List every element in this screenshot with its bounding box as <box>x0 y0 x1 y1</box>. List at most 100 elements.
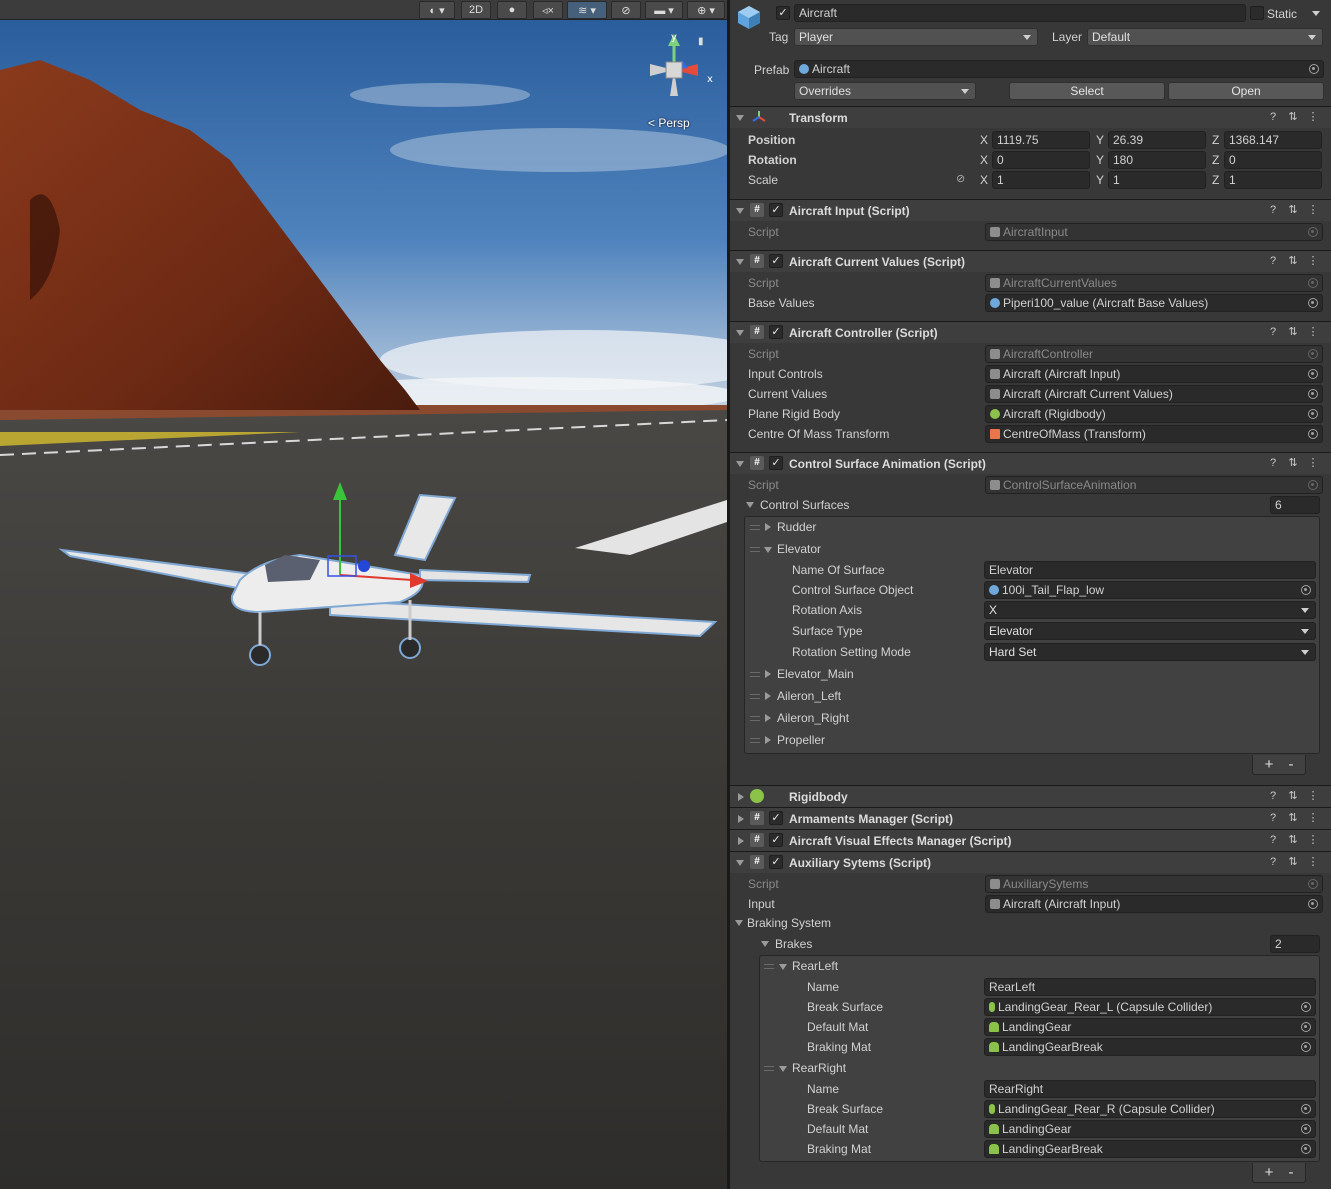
drag-handle-icon[interactable] <box>750 547 760 552</box>
current-values-header[interactable]: # ✓ Aircraft Current Values (Script) ? ⇅… <box>730 250 1331 272</box>
rotation-x-field[interactable]: 0 <box>992 151 1090 169</box>
help-icon[interactable]: ? <box>1267 204 1279 216</box>
foldout-arrow-icon[interactable] <box>738 815 744 823</box>
add-element-button[interactable]: + <box>1259 755 1279 775</box>
layer-dropdown[interactable]: Default <box>1087 28 1323 46</box>
static-checkbox[interactable] <box>1250 6 1264 20</box>
scale-y-field[interactable]: 1 <box>1108 171 1206 189</box>
control-surface-object-field[interactable]: 100i_Tail_Flap_low <box>984 581 1316 599</box>
foldout-arrow-icon[interactable] <box>765 670 771 678</box>
rotation-z-field[interactable]: 0 <box>1224 151 1322 169</box>
object-picker-icon[interactable] <box>1301 585 1311 595</box>
rear-right-surface-field[interactable]: LandingGear_Rear_R (Capsule Collider) <box>984 1100 1316 1118</box>
drag-handle-icon[interactable] <box>764 964 774 969</box>
persp-label[interactable]: < Persp <box>648 116 690 130</box>
object-picker-icon[interactable] <box>1301 1002 1311 1012</box>
rotation-axis-dropdown[interactable]: X <box>984 601 1316 619</box>
help-icon[interactable]: ? <box>1267 834 1279 846</box>
help-icon[interactable]: ? <box>1267 326 1279 338</box>
current-values-field[interactable]: Aircraft (Aircraft Current Values) <box>985 385 1323 403</box>
drag-handle-icon[interactable] <box>764 1066 774 1071</box>
effects-dropdown[interactable]: ≋ ▾ <box>567 1 607 19</box>
foldout-arrow-icon[interactable] <box>779 1066 787 1072</box>
drag-handle-icon[interactable] <box>750 694 760 699</box>
kebab-menu-icon[interactable]: ⋮ <box>1307 834 1319 846</box>
object-picker-icon[interactable] <box>1308 429 1318 439</box>
foldout-arrow-icon[interactable] <box>736 115 744 121</box>
foldout-arrow-icon[interactable] <box>765 523 771 531</box>
braking-system-label[interactable]: Braking System <box>747 915 831 931</box>
foldout-arrow-icon[interactable] <box>736 461 744 467</box>
help-icon[interactable]: ? <box>1267 457 1279 469</box>
object-picker-icon[interactable] <box>1301 1124 1311 1134</box>
scale-z-field[interactable]: 1 <box>1224 171 1322 189</box>
axis-x-label[interactable]: X <box>980 172 988 188</box>
drag-handle-icon[interactable] <box>750 525 760 530</box>
draw-mode-dropdown[interactable]: ◐ ▾ <box>419 1 455 19</box>
drag-handle-icon[interactable] <box>750 738 760 743</box>
remove-element-button[interactable]: - <box>1281 755 1301 775</box>
component-enabled-checkbox[interactable]: ✓ <box>769 254 783 268</box>
component-enabled-checkbox[interactable]: ✓ <box>769 456 783 470</box>
presets-icon[interactable]: ⇅ <box>1287 790 1299 802</box>
object-picker-icon[interactable] <box>1301 1104 1311 1114</box>
axis-z-label[interactable]: Z <box>1212 132 1219 148</box>
foldout-arrow-icon[interactable] <box>765 714 771 722</box>
rear-left-braking-mat-field[interactable]: LandingGearBreak <box>984 1038 1316 1056</box>
presets-icon[interactable]: ⇅ <box>1287 255 1299 267</box>
axis-x-label[interactable]: X <box>980 152 988 168</box>
foldout-arrow-icon[interactable] <box>765 736 771 744</box>
controller-header[interactable]: # ✓ Aircraft Controller (Script) ? ⇅ ⋮ <box>730 321 1331 343</box>
component-enabled-checkbox[interactable]: ✓ <box>769 811 783 825</box>
foldout-arrow-icon[interactable] <box>738 837 744 845</box>
foldout-arrow-icon[interactable] <box>765 692 771 700</box>
axis-y-label[interactable]: Y <box>1096 172 1104 188</box>
aircraft-input-header[interactable]: # ✓ Aircraft Input (Script) ? ⇅ ⋮ <box>730 199 1331 221</box>
brakes-label[interactable]: Brakes <box>775 936 812 952</box>
control-surfaces-label[interactable]: Control Surfaces <box>760 497 849 513</box>
centre-of-mass-field[interactable]: CentreOfMass (Transform) <box>985 425 1323 443</box>
foldout-arrow-icon[interactable] <box>736 259 744 265</box>
gizmos-dropdown[interactable]: ⊕ ▾ <box>687 1 725 19</box>
overrides-dropdown[interactable]: Overrides <box>794 82 976 100</box>
input-controls-field[interactable]: Aircraft (Aircraft Input) <box>985 365 1323 383</box>
open-button[interactable]: Open <box>1168 82 1324 100</box>
object-picker-icon[interactable] <box>1309 64 1319 74</box>
kebab-menu-icon[interactable]: ⋮ <box>1307 856 1319 868</box>
csa-header[interactable]: # ✓ Control Surface Animation (Script) ?… <box>730 452 1331 474</box>
tag-dropdown[interactable]: Player <box>794 28 1038 46</box>
rear-right-braking-mat-field[interactable]: LandingGearBreak <box>984 1140 1316 1158</box>
presets-icon[interactable]: ⇅ <box>1287 204 1299 216</box>
list-item-propeller[interactable]: Propeller <box>777 732 825 748</box>
foldout-arrow-icon[interactable] <box>738 793 744 801</box>
constrain-proportions-icon[interactable]: ⊘ <box>956 172 965 185</box>
foldout-arrow-icon[interactable] <box>736 860 744 866</box>
axis-z-label[interactable]: Z <box>1212 152 1219 168</box>
toggle-2d-button[interactable]: 2D <box>461 1 491 19</box>
scene-view[interactable]: ◐ ▾ 2D ● ◃× ≋ ▾ ⊘ ▬ ▾ ⊕ ▾ y x ▮ < Persp <box>0 0 727 1189</box>
object-picker-icon[interactable] <box>1308 409 1318 419</box>
kebab-menu-icon[interactable]: ⋮ <box>1307 457 1319 469</box>
kebab-menu-icon[interactable]: ⋮ <box>1307 204 1319 216</box>
drag-handle-icon[interactable] <box>750 672 760 677</box>
foldout-arrow-icon[interactable] <box>761 941 769 947</box>
lighting-toggle[interactable]: ● <box>497 1 527 19</box>
select-button[interactable]: Select <box>1009 82 1165 100</box>
kebab-menu-icon[interactable]: ⋮ <box>1307 790 1319 802</box>
rotation-y-field[interactable]: 180 <box>1108 151 1206 169</box>
object-picker-icon[interactable] <box>1308 389 1318 399</box>
position-x-field[interactable]: 1119.75 <box>992 131 1090 149</box>
object-picker-icon[interactable] <box>1301 1144 1311 1154</box>
component-enabled-checkbox[interactable]: ✓ <box>769 203 783 217</box>
axis-x-label[interactable]: X <box>980 132 988 148</box>
kebab-menu-icon[interactable]: ⋮ <box>1307 255 1319 267</box>
object-picker-icon[interactable] <box>1301 1042 1311 1052</box>
help-icon[interactable]: ? <box>1267 111 1279 123</box>
presets-icon[interactable]: ⇅ <box>1287 326 1299 338</box>
list-item-elevator[interactable]: Elevator <box>777 541 821 557</box>
component-enabled-checkbox[interactable]: ✓ <box>769 833 783 847</box>
help-icon[interactable]: ? <box>1267 812 1279 824</box>
object-picker-icon[interactable] <box>1308 298 1318 308</box>
foldout-arrow-icon[interactable] <box>764 547 772 553</box>
vfx-header[interactable]: # ✓ Aircraft Visual Effects Manager (Scr… <box>730 829 1331 851</box>
